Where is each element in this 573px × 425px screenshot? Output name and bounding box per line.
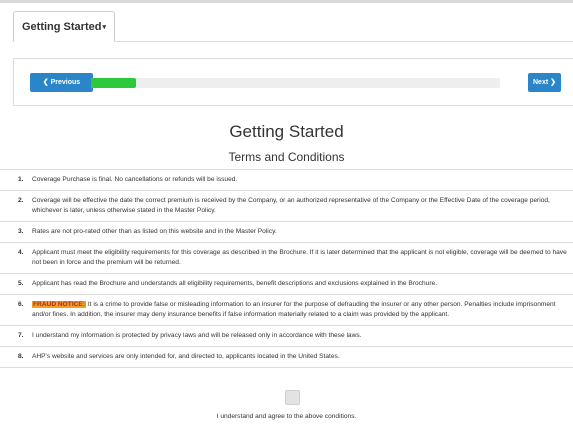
term-text: Applicant has read the Brochure and unde…: [32, 280, 438, 287]
term-number: 7.: [18, 332, 24, 339]
wizard-nav-panel: ❮ Previous Next ❯: [13, 58, 573, 106]
agree-checkbox[interactable]: [285, 390, 300, 405]
progress-bar: [91, 78, 500, 88]
page-subtitle: Terms and Conditions: [228, 150, 345, 164]
term-item: 5. Applicant has read the Brochure and un…: [0, 273, 573, 294]
term-item: 3. Rates are not pro-rated other than as …: [0, 221, 573, 242]
term-number: 8.: [18, 353, 24, 360]
page-title: Getting Started: [229, 122, 344, 141]
term-text: I understand my information is protected…: [32, 332, 362, 339]
tab-bar: Getting Started▾: [0, 0, 573, 42]
term-number: 3.: [18, 228, 24, 235]
progress-bar-fill: [91, 78, 136, 88]
term-text: AHP's website and services are only inte…: [32, 353, 340, 360]
term-text: Coverage Purchase is final. No cancellat…: [32, 176, 238, 183]
term-number: 2.: [18, 197, 24, 204]
term-text: Applicant must meet the eligibility requ…: [32, 249, 567, 266]
caret-down-icon: ▾: [102, 24, 106, 31]
tab-label: Getting Started: [22, 21, 102, 33]
term-item: 1. Coverage Purchase is final. No cancell…: [0, 169, 573, 190]
term-text: It is a crime to provide false or mislea…: [32, 301, 556, 318]
term-item: 4. Applicant must meet the eligibility re…: [0, 242, 573, 273]
previous-button[interactable]: ❮ Previous: [30, 73, 93, 92]
term-number: 1.: [18, 176, 24, 183]
term-number: 5.: [18, 280, 24, 287]
tab-getting-started[interactable]: Getting Started▾: [13, 11, 115, 42]
fraud-notice-badge: FRAUD NOTICE:: [32, 301, 87, 308]
term-text: Rates are not pro-rated other than as li…: [32, 228, 277, 235]
term-number: 6.: [18, 301, 24, 308]
term-item: 2. Coverage will be effective the date th…: [0, 190, 573, 221]
agree-label: I understand and agree to the above cond…: [216, 413, 357, 420]
term-item: 7. I understand my information is protect…: [0, 325, 573, 346]
next-button[interactable]: Next ❯: [528, 73, 561, 92]
term-item: 6. FRAUD NOTICE: It is a crime to provide…: [0, 294, 573, 325]
terms-list: 1. Coverage Purchase is final. No cancell…: [0, 169, 573, 368]
term-item: 8. AHP's website and services are only in…: [0, 346, 573, 368]
term-number: 4.: [18, 249, 24, 256]
term-text: Coverage will be effective the date the …: [32, 197, 550, 214]
